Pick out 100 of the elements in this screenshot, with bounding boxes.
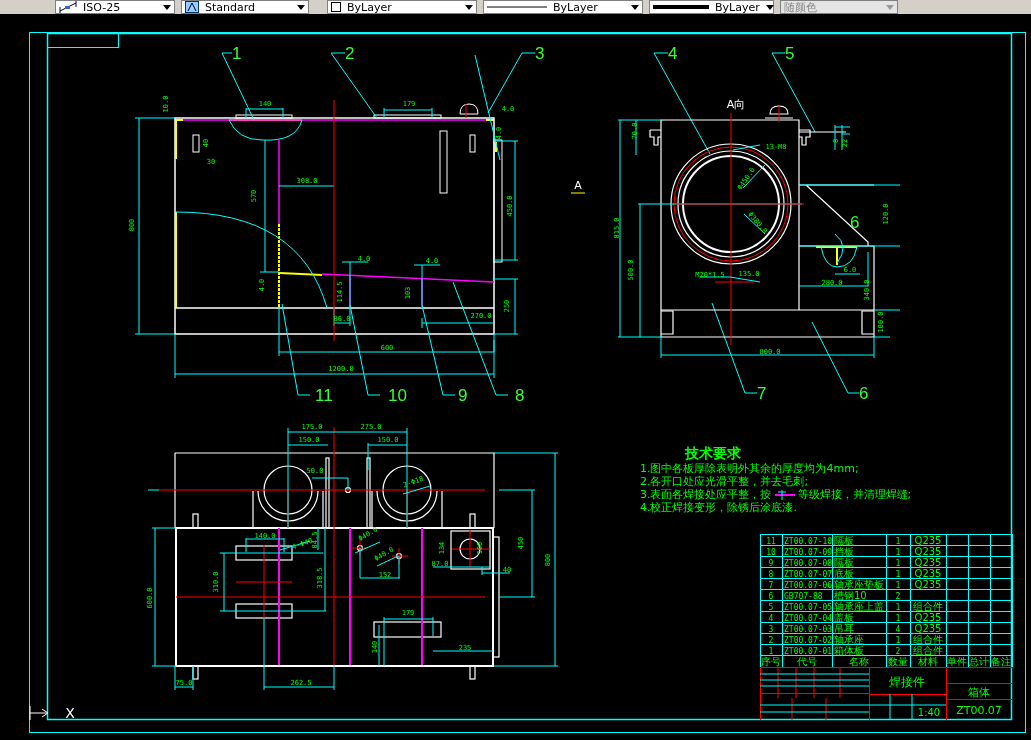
part-number: 4: [668, 44, 678, 63]
part-number: 6: [850, 213, 860, 232]
table-cell: 吊耳: [834, 622, 854, 634]
table-cell: 轴承座上盖: [834, 600, 884, 612]
requirement-text: 等级焊接，并清理焊缝;: [797, 488, 912, 501]
table-cell: ZT00.07-08: [784, 558, 833, 568]
table-cell: ZT00.07-05: [784, 602, 833, 612]
table-cell: 隔板: [834, 556, 854, 568]
table-cell: 11: [766, 536, 776, 546]
linetype-dropdown[interactable]: ByLayer: [483, 0, 643, 14]
table-cell: Q235: [914, 545, 942, 557]
table-cell: 槽钢10: [834, 589, 867, 601]
table-cell: 1: [895, 536, 901, 546]
x-axis-label: X: [65, 705, 75, 721]
line-sample-icon: [487, 3, 547, 11]
table-cell: 挡板: [834, 545, 854, 557]
table-cell: 组合件: [913, 600, 943, 612]
dimension-style-dropdown[interactable]: ISO-25: [55, 0, 175, 14]
drawing-number: ZT00.07: [956, 704, 1002, 717]
table-cell: ZT00.07-07: [784, 569, 833, 579]
table-cell: 6: [768, 591, 774, 601]
part-number: 10: [388, 386, 407, 405]
requirement-text: 2.各开口处应光滑平整，并去毛刺;: [640, 475, 809, 488]
table-cell: 8: [768, 569, 774, 579]
part-type-text: 焊接件: [889, 675, 925, 689]
table-cell: 5: [768, 602, 774, 612]
table-cell: Q235: [914, 578, 942, 590]
part-number: 8: [515, 386, 525, 405]
table-cell: Q235: [914, 622, 942, 634]
part-number: 3: [535, 44, 545, 63]
table-cell: 2: [895, 646, 901, 656]
table-cell: ZT00.07-06: [784, 580, 833, 590]
scale-text: 1:40: [917, 707, 941, 718]
lineweight-dropdown[interactable]: ByLayer: [649, 0, 774, 14]
table-cell: 1: [895, 602, 901, 612]
table-cell: 1: [895, 635, 901, 645]
drawing-name: 箱体: [968, 686, 990, 699]
column-header: 材料: [918, 656, 938, 667]
column-header: 备注: [991, 656, 1011, 667]
caret-icon: [163, 4, 171, 10]
part-number: 11: [315, 386, 333, 405]
table-cell: 1: [895, 569, 901, 579]
table-cell: 2: [895, 591, 901, 601]
caret-icon: [886, 4, 894, 10]
table-cell: 箱体板: [834, 644, 864, 656]
table-cell: 4: [895, 624, 901, 634]
column-header: 名称: [849, 656, 869, 667]
table-cell: Q235: [914, 534, 942, 546]
table-cell: 10: [766, 547, 776, 557]
part-number: 2: [345, 44, 355, 63]
table-cell: 4: [768, 613, 774, 623]
caret-icon: [765, 4, 774, 10]
column-header: 单件: [947, 656, 967, 667]
requirement-text: 4.校正焊接变形，除锈后涂底漆.: [640, 501, 797, 514]
column-header: 序号: [761, 656, 781, 667]
column-header: 总计: [969, 656, 989, 667]
table-cell: 盖板: [834, 611, 854, 623]
requirement-text: 1.图中各板厚除表明外其余的厚度均为4mm;: [640, 462, 859, 475]
table-cell: 底板: [834, 567, 854, 579]
part-number: 1: [232, 44, 242, 63]
view-title: A向: [726, 98, 746, 111]
table-cell: 1: [895, 558, 901, 568]
requirement-text: 3.表面各焊接处应平整，按: [640, 488, 772, 501]
table-cell: 轴承座垫板: [834, 578, 884, 590]
table-cell: 1: [895, 613, 901, 623]
color-dropdown[interactable]: ByLayer: [327, 0, 477, 14]
dimension-style-icon: [59, 1, 77, 13]
table-cell: 1: [895, 547, 901, 557]
table-cell: ZT00.07-01: [784, 646, 833, 656]
table-cell: ZT00.07-10: [784, 536, 833, 546]
table-cell: ZT00.07-02: [784, 635, 833, 645]
table-cell: ZT00.07-04: [784, 613, 833, 623]
caret-icon: [631, 4, 639, 10]
color-swatch-icon: [331, 2, 341, 12]
table-cell: 9: [768, 558, 774, 568]
table-cell: GB707-88: [784, 591, 823, 601]
table-cell: ZT00.07-09: [784, 547, 833, 557]
text-style-dropdown[interactable]: Standard: [181, 0, 309, 14]
table-cell: 隔板: [834, 534, 854, 546]
table-cell: 3: [768, 624, 774, 634]
part-number: 5: [785, 44, 795, 63]
text-style-icon: [185, 1, 199, 13]
table-cell: 组合件: [913, 644, 943, 656]
tech-requirements-title: 技术要求: [685, 444, 742, 462]
view-arrow-label: A: [574, 179, 582, 192]
table-cell: Q235: [914, 556, 942, 568]
ucs-icon: [29, 705, 49, 721]
table-cell: 1: [895, 580, 901, 590]
caret-icon: [297, 4, 305, 10]
table-cell: Q235: [914, 611, 942, 623]
part-number: 7: [757, 384, 767, 403]
table-cell: 7: [768, 580, 774, 590]
table-cell: 组合件: [913, 633, 943, 645]
table-cell: 2: [768, 635, 774, 645]
weld-symbol-icon: [773, 488, 796, 501]
table-cell: ZT00.07-03: [784, 624, 833, 634]
column-header: 数量: [888, 656, 908, 667]
column-header: 代号: [797, 656, 817, 667]
part-number: 6: [859, 384, 869, 403]
table-cell: 1: [768, 646, 774, 656]
